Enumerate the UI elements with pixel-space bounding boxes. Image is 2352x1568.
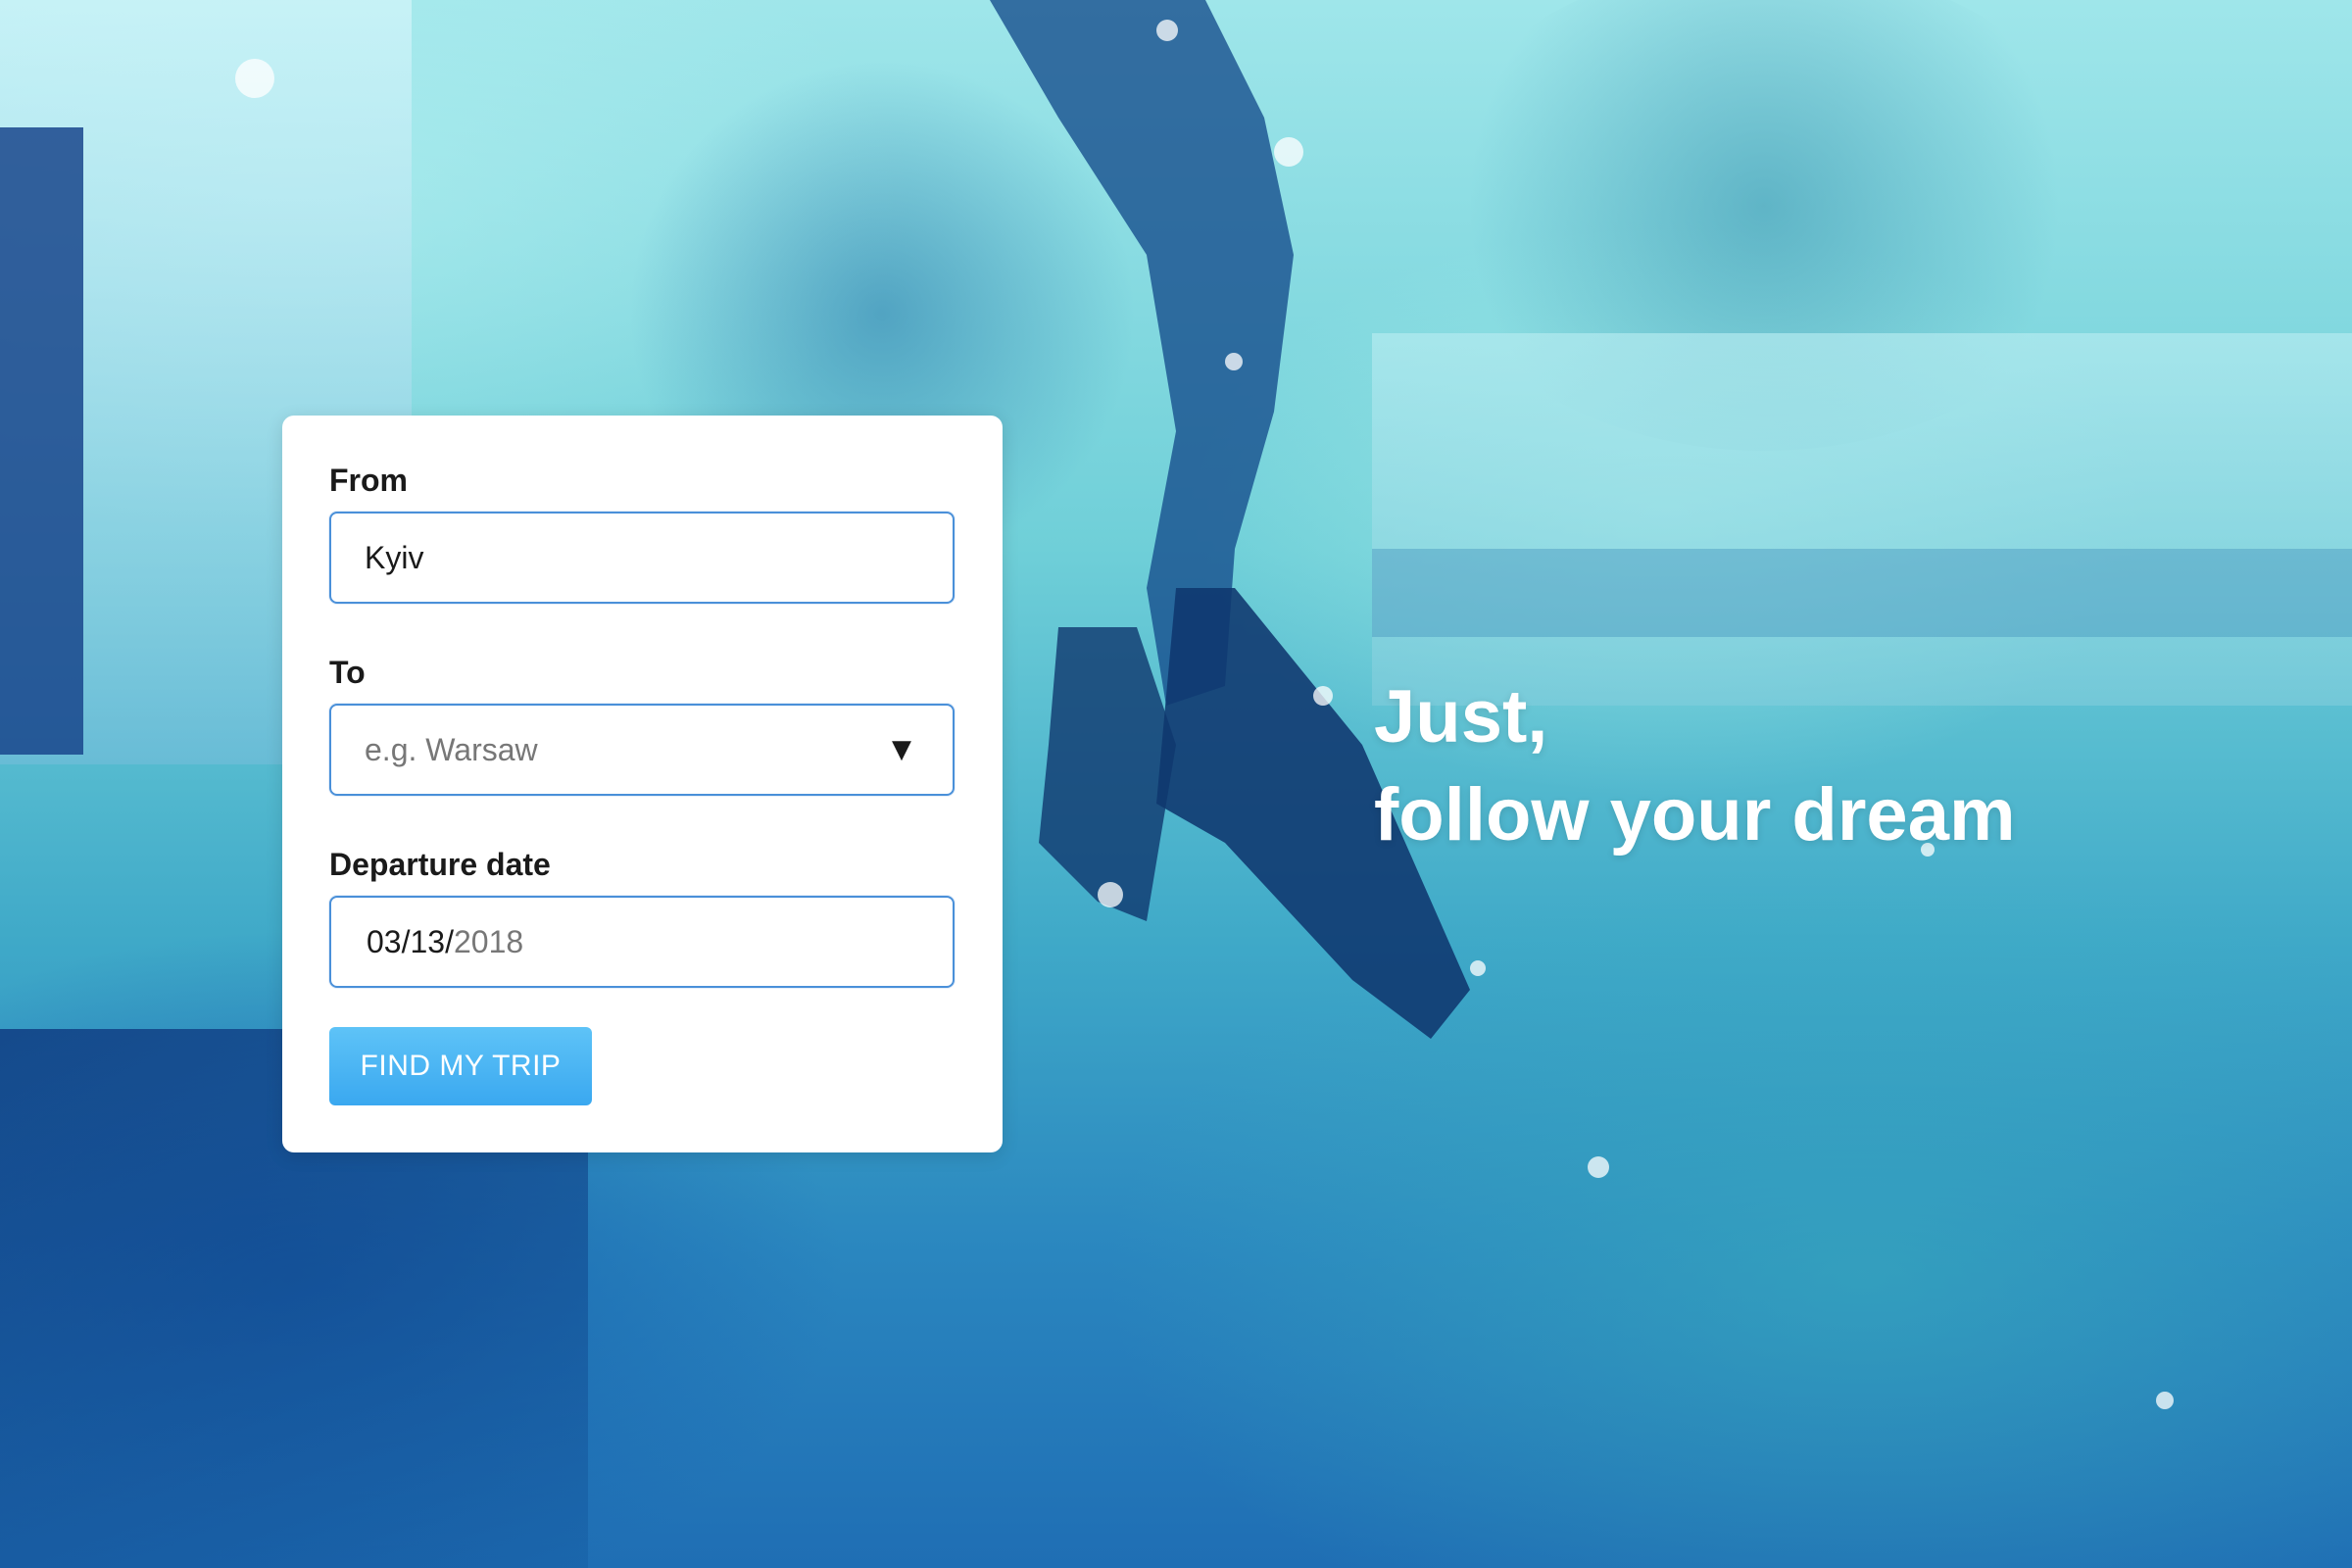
departure-date-label: Departure date — [329, 847, 551, 882]
hero-tagline-line-1: Just, — [1374, 675, 1548, 759]
water-droplet — [1313, 686, 1333, 706]
find-my-trip-button[interactable]: FIND MY TRIP — [329, 1027, 592, 1105]
background-scene: From To e.g. Warsaw ▼ Departure date 03/… — [0, 0, 2352, 1568]
departure-date-month-day: 03/13/ — [367, 924, 454, 959]
water-droplet — [1470, 960, 1486, 976]
triangle-down-icon: ▼ — [892, 735, 911, 764]
water-droplet — [1274, 137, 1303, 167]
departure-date-value: 03/13/2018 — [367, 898, 523, 986]
background-building-band — [1372, 549, 2352, 637]
from-field-wrapper — [329, 512, 955, 604]
to-select[interactable]: e.g. Warsaw ▼ — [329, 704, 955, 796]
from-input[interactable] — [331, 514, 953, 602]
water-droplet — [2156, 1392, 2174, 1409]
departure-date-year: 2018 — [453, 924, 524, 959]
background-building-right — [1372, 333, 2352, 706]
background-gate-post — [0, 127, 83, 755]
departure-date-input[interactable]: 03/13/2018 — [329, 896, 955, 988]
water-droplet — [1225, 353, 1243, 370]
water-droplet — [1156, 20, 1178, 41]
hero-tagline: Just, follow your dream — [1374, 668, 2016, 864]
from-label: From — [329, 463, 408, 498]
to-label: To — [329, 655, 366, 690]
water-droplet — [1588, 1156, 1609, 1178]
background-jumping-legs — [990, 0, 1470, 1039]
water-droplet — [1098, 882, 1123, 907]
hero-tagline-line-2: follow your dream — [1374, 773, 2016, 857]
water-droplet — [235, 59, 274, 98]
to-select-placeholder: e.g. Warsaw — [365, 732, 538, 767]
trip-search-card: From To e.g. Warsaw ▼ Departure date 03/… — [282, 416, 1003, 1152]
